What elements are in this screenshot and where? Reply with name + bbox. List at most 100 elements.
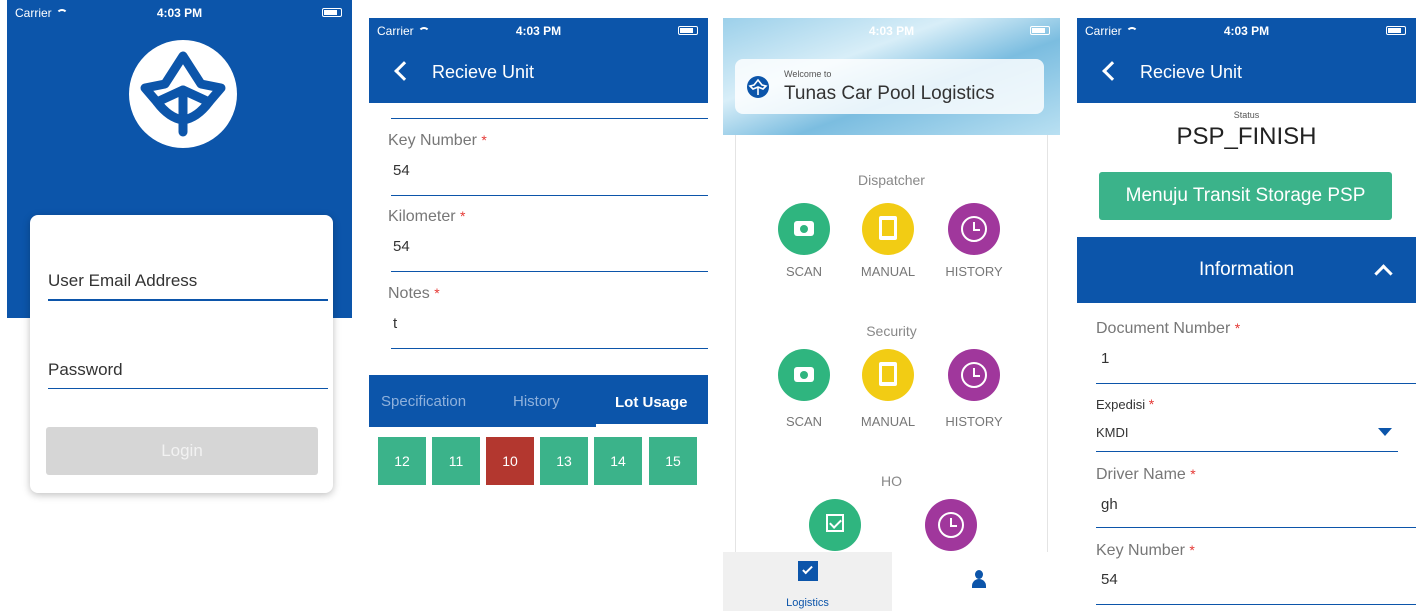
field-divider xyxy=(391,195,708,196)
driver-name-label: Driver Name * xyxy=(1096,466,1196,483)
tab-specification[interactable]: Specification xyxy=(381,393,466,410)
nav-item-profile[interactable] xyxy=(892,552,1060,611)
ho-history-button[interactable] xyxy=(925,499,977,551)
battery-icon xyxy=(678,26,698,35)
document-number-label: Document Number * xyxy=(1096,320,1241,337)
password-placeholder: Password xyxy=(48,360,123,379)
login-button[interactable]: Login xyxy=(46,427,318,475)
key-number-input[interactable]: 54 xyxy=(1101,571,1118,588)
tab-lot-usage[interactable]: Lot Usage xyxy=(615,394,688,411)
email-placeholder: User Email Address xyxy=(48,271,198,290)
tab-bar: Specification History Lot Usage xyxy=(369,375,708,427)
tab-history[interactable]: History xyxy=(513,393,560,410)
notes-input[interactable]: t xyxy=(393,315,397,332)
field-divider xyxy=(391,118,708,119)
field-divider xyxy=(1096,383,1416,384)
receive-unit-screen: Carrier 4:03 PM Recieve Unit Key Number … xyxy=(369,0,708,611)
person-icon xyxy=(970,570,988,588)
dispatcher-history-button[interactable] xyxy=(948,203,1000,255)
dashboard-screen: 4:03 PM Welcome to Tunas Car Pool Logist… xyxy=(723,0,1060,611)
status-bar: Carrier 4:03 PM xyxy=(369,18,708,42)
welcome-label: Welcome to xyxy=(784,69,832,79)
driver-name-input[interactable]: gh xyxy=(1101,496,1118,513)
status-time: 4:03 PM xyxy=(868,24,915,38)
back-chevron-icon[interactable] xyxy=(394,61,414,81)
field-divider xyxy=(391,271,708,272)
dispatcher-scan-label: SCAN xyxy=(785,264,823,279)
document-number-input[interactable]: 1 xyxy=(1101,350,1109,367)
status-time: 4:03 PM xyxy=(1223,24,1270,38)
welcome-card: Welcome to Tunas Car Pool Logistics xyxy=(735,59,1044,114)
dispatcher-manual-label: MANUAL xyxy=(860,264,916,279)
security-history-label: HISTORY xyxy=(945,414,1003,429)
status-time: 4:03 PM xyxy=(515,24,562,38)
dispatcher-scan-button[interactable] xyxy=(778,203,830,255)
security-scan-button[interactable] xyxy=(778,349,830,401)
expedisi-label: Expedisi * xyxy=(1096,396,1155,412)
information-title: Information xyxy=(1198,259,1295,280)
kilometer-label: Kilometer * xyxy=(388,208,466,225)
clock-icon xyxy=(938,512,964,538)
tab-indicator xyxy=(596,424,708,427)
email-input[interactable]: User Email Address xyxy=(48,265,328,301)
status-value: PSP_FINISH xyxy=(1176,123,1317,150)
lot-cell[interactable]: 12 xyxy=(378,437,426,485)
ho-check-button[interactable] xyxy=(809,499,861,551)
nav-title: Recieve Unit xyxy=(432,62,535,82)
nav-logistics-label: Logistics xyxy=(786,597,829,609)
lot-cell[interactable]: 14 xyxy=(594,437,642,485)
battery-icon xyxy=(1386,26,1406,35)
expedisi-value: KMDI xyxy=(1096,425,1129,440)
dropdown-arrow-icon xyxy=(1378,428,1392,436)
app-name: Tunas Car Pool Logistics xyxy=(784,83,995,104)
section-dispatcher-title: Dispatcher xyxy=(858,172,925,188)
content-panel: Dispatcher SCAN MANUAL HISTORY Security … xyxy=(735,135,1048,555)
detail-screen: Carrier 4:03 PM Recieve Unit Status PSP_… xyxy=(1077,0,1416,611)
app-logo xyxy=(129,40,237,148)
status-bar: Carrier 4:03 PM xyxy=(7,0,352,24)
kilometer-input[interactable]: 54 xyxy=(393,238,410,255)
check-icon xyxy=(826,514,844,532)
section-security-title: Security xyxy=(866,323,917,339)
key-number-label: Key Number * xyxy=(388,132,487,149)
nav-title: Recieve Unit xyxy=(1140,62,1243,82)
nav-item-logistics[interactable]: Logistics xyxy=(723,552,892,611)
status-bar: 4:03 PM xyxy=(723,18,1060,42)
status-time: 4:03 PM xyxy=(156,6,203,20)
lot-cell[interactable]: 15 xyxy=(649,437,697,485)
back-chevron-icon[interactable] xyxy=(1102,61,1122,81)
camera-icon xyxy=(794,367,814,382)
security-manual-button[interactable] xyxy=(862,349,914,401)
lot-cell[interactable]: 10 xyxy=(486,437,534,485)
key-number-input[interactable]: 54 xyxy=(393,162,410,179)
password-input[interactable]: Password xyxy=(48,355,328,389)
key-number-label: Key Number * xyxy=(1096,542,1195,559)
dispatcher-history-label: HISTORY xyxy=(945,264,1003,279)
camera-icon xyxy=(794,221,814,236)
lot-cell[interactable]: 13 xyxy=(540,437,588,485)
logistics-check-icon xyxy=(798,561,818,581)
battery-icon xyxy=(322,8,342,17)
security-history-button[interactable] xyxy=(948,349,1000,401)
clock-icon xyxy=(961,216,987,242)
bottom-nav: Logistics xyxy=(723,552,1060,611)
logo-icon xyxy=(140,51,226,137)
expedisi-select[interactable]: KMDI xyxy=(1096,418,1398,452)
nav-bar: Carrier 4:03 PM Recieve Unit xyxy=(369,18,708,103)
app-logo-icon xyxy=(747,76,769,98)
information-header[interactable]: Information xyxy=(1077,237,1416,303)
clipboard-icon xyxy=(879,362,897,386)
login-card: User Email Address Password Login xyxy=(30,215,333,493)
status-bar: Carrier 4:03 PM xyxy=(1077,18,1416,42)
security-scan-label: SCAN xyxy=(785,414,823,429)
field-divider xyxy=(391,348,708,349)
field-divider xyxy=(1096,604,1416,605)
section-ho-title: HO xyxy=(881,473,902,489)
clock-icon xyxy=(961,362,987,388)
dispatcher-manual-button[interactable] xyxy=(862,203,914,255)
security-manual-label: MANUAL xyxy=(860,414,916,429)
status-caption: Status xyxy=(1233,110,1260,120)
lot-cell[interactable]: 11 xyxy=(432,437,480,485)
nav-bar: Carrier 4:03 PM Recieve Unit xyxy=(1077,18,1416,103)
transit-storage-button[interactable]: Menuju Transit Storage PSP xyxy=(1099,172,1392,220)
